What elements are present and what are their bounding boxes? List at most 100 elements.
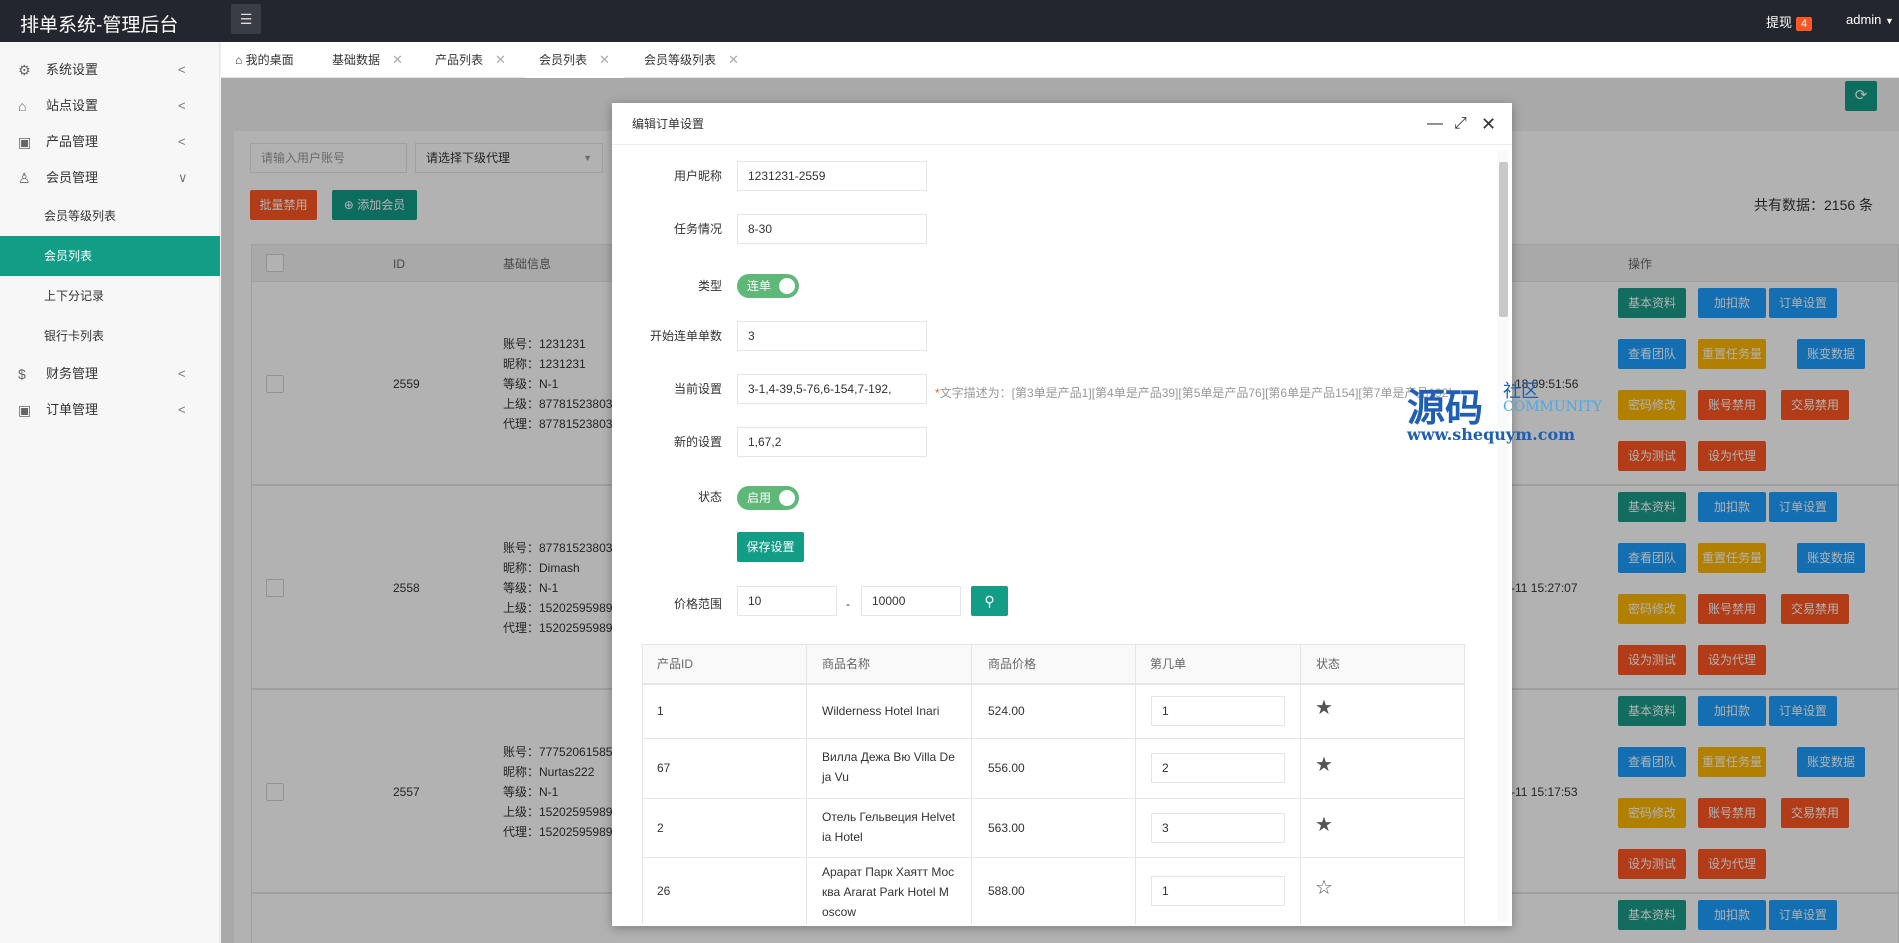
user-name: admin [1846,12,1882,27]
sidebar-sub-label: 会员等级列表 [44,209,117,223]
home-icon: ⌂ [235,53,243,67]
status-switch[interactable]: 启用 [737,486,799,510]
product-table-header [642,644,1465,684]
current-field[interactable]: 3-1,4-39,5-76,6-154,7-192, [737,374,927,404]
th-order-index: 第几单 [1150,657,1187,671]
withdraw-link[interactable]: 提现 4 [1766,12,1813,31]
modal-scrollbar-thumb[interactable] [1499,162,1508,317]
product-name-line: Арарат Парк Хаятт Мос [822,865,955,879]
product-price: 563.00 [988,821,1025,835]
sidebar-item-members[interactable]: ♙ 会员管理 ∨ [0,160,220,196]
product-table: 产品ID 商品名称 商品价格 第几单 状态 1 Wilderness Hotel… [642,644,1465,924]
product-name-line: ква Ararat Park Hotel M [822,885,949,899]
switch-knob [779,490,795,506]
sidebar-sub-bank-cards[interactable]: 银行卡列表 [0,316,220,356]
type-switch[interactable]: 连单 [737,274,799,298]
th-product-price: 商品价格 [988,657,1037,671]
sidebar-item-finance[interactable]: $ 财务管理 < [0,356,220,392]
search-icon[interactable]: ⚲ [971,586,1008,616]
order-index-field[interactable]: 2 [1151,753,1285,783]
watermark-url: www.shequym.com [1407,425,1576,444]
tab-basic-data[interactable]: 基础数据 ✕ [332,42,403,78]
switch-knob [779,278,795,294]
close-icon[interactable]: ✕ [599,52,610,67]
product-name-line: Вилла Дежа Вю Villa De [822,750,955,764]
box-icon: ▣ [18,134,32,150]
product-name-line: ja Vu [822,770,849,784]
task-field[interactable]: 8-30 [737,214,927,244]
tab-member-levels[interactable]: 会员等级列表 ✕ [644,42,739,78]
product-id: 26 [657,884,671,898]
sidebar-item-products[interactable]: ▣ 产品管理 < [0,124,220,160]
minimize-icon[interactable]: — [1427,103,1443,145]
th-product-name: 商品名称 [822,657,871,671]
task-label: 任务情况 [673,222,722,236]
close-icon[interactable]: ✕ [495,52,506,67]
star-filled-icon[interactable]: ★ [1315,755,1333,775]
close-icon[interactable]: ✕ [392,52,403,67]
status-label: 状态 [697,490,722,504]
product-price: 524.00 [988,704,1025,718]
user-icon: ♙ [18,170,31,186]
new-label: 新的设置 [673,435,722,449]
product-name: Арарат Парк Хаятт Мос ква Ararat Park Hot… [822,862,962,922]
withdraw-badge: 4 [1796,17,1813,31]
product-price: 556.00 [988,761,1025,775]
price-separator: - [846,597,850,611]
tab-label: 会员等级列表 [644,53,717,67]
order-index-field[interactable]: 3 [1151,813,1285,843]
menu-toggle-icon[interactable]: ☰ [231,4,261,34]
order-index-field[interactable]: 1 [1151,876,1285,906]
sidebar-item-label: 会员管理 [46,170,99,185]
chevron-left-icon: < [178,62,186,77]
tab-member-list[interactable]: 会员列表 ✕ [525,42,624,78]
star-filled-icon[interactable]: ★ [1315,815,1333,835]
price-min-field[interactable]: 10 [737,586,837,616]
save-settings-button[interactable]: 保存设置 [737,532,804,562]
product-id: 2 [657,821,664,835]
column-divider [1135,644,1136,924]
sidebar-sub-label: 银行卡列表 [44,329,105,343]
star-filled-icon[interactable]: ★ [1315,698,1333,718]
new-settings-field[interactable]: 1,67,2 [737,427,927,457]
sidebar-item-system[interactable]: ⚙ 系统设置 < [0,52,220,88]
product-price: 588.00 [988,884,1025,898]
modal-title: 编辑订单设置 [612,103,1512,145]
sidebar-sub-score-records[interactable]: 上下分记录 [0,276,220,316]
sidebar-item-site[interactable]: ⌂ 站点设置 < [0,88,220,124]
product-row: 1 Wilderness Hotel Inari 524.00 1 ★ [642,684,1465,738]
sidebar-sub-label: 上下分记录 [44,289,105,303]
caret-down-icon: ▼ [1885,16,1894,26]
gear-icon: ⚙ [18,62,31,78]
price-max-field[interactable]: 10000 [861,586,961,616]
chevron-left-icon: < [178,366,186,381]
close-icon[interactable]: ✕ [1481,103,1496,145]
column-divider [971,644,972,924]
start-field[interactable]: 3 [737,321,927,351]
type-label: 类型 [697,279,722,293]
user-menu[interactable]: admin ▼ [1846,12,1894,27]
sidebar-item-label: 产品管理 [46,134,99,149]
star-outline-icon[interactable]: ☆ [1315,878,1333,898]
tab-product-list[interactable]: 产品列表 ✕ [435,42,506,78]
chevron-left-icon: < [178,402,186,417]
product-name: Wilderness Hotel Inari [822,701,952,721]
tab-label: 会员列表 [539,53,588,67]
chevron-left-icon: < [178,98,186,113]
sidebar-sub-member-levels[interactable]: 会员等级列表 [0,196,220,236]
close-icon[interactable]: ✕ [728,52,739,67]
maximize-icon[interactable]: ⤢ [1454,103,1467,145]
sidebar-sub-member-list[interactable]: 会员列表 [0,236,220,276]
status-switch-label: 启用 [747,491,772,505]
current-hint: *文字描述为：[第3单是产品1][第4单是产品39][第5单是产品76][第6单… [935,384,1452,401]
product-row: 2 Отель Гельвеция Helvet ia Hotel 563.00 … [642,798,1465,857]
order-index-field[interactable]: 1 [1151,696,1285,726]
sidebar-item-orders[interactable]: ▣ 订单管理 < [0,392,220,428]
watermark-title: 源码 [1407,385,1484,430]
sidebar-item-label: 站点设置 [46,98,99,113]
column-divider [1300,644,1301,924]
product-name-line: Wilderness Hotel Inari [822,704,940,718]
nickname-field[interactable]: 1231231-2559 [737,161,927,191]
tab-desktop[interactable]: ⌂ 我的桌面 [235,42,294,78]
tab-label: 基础数据 [332,53,381,67]
